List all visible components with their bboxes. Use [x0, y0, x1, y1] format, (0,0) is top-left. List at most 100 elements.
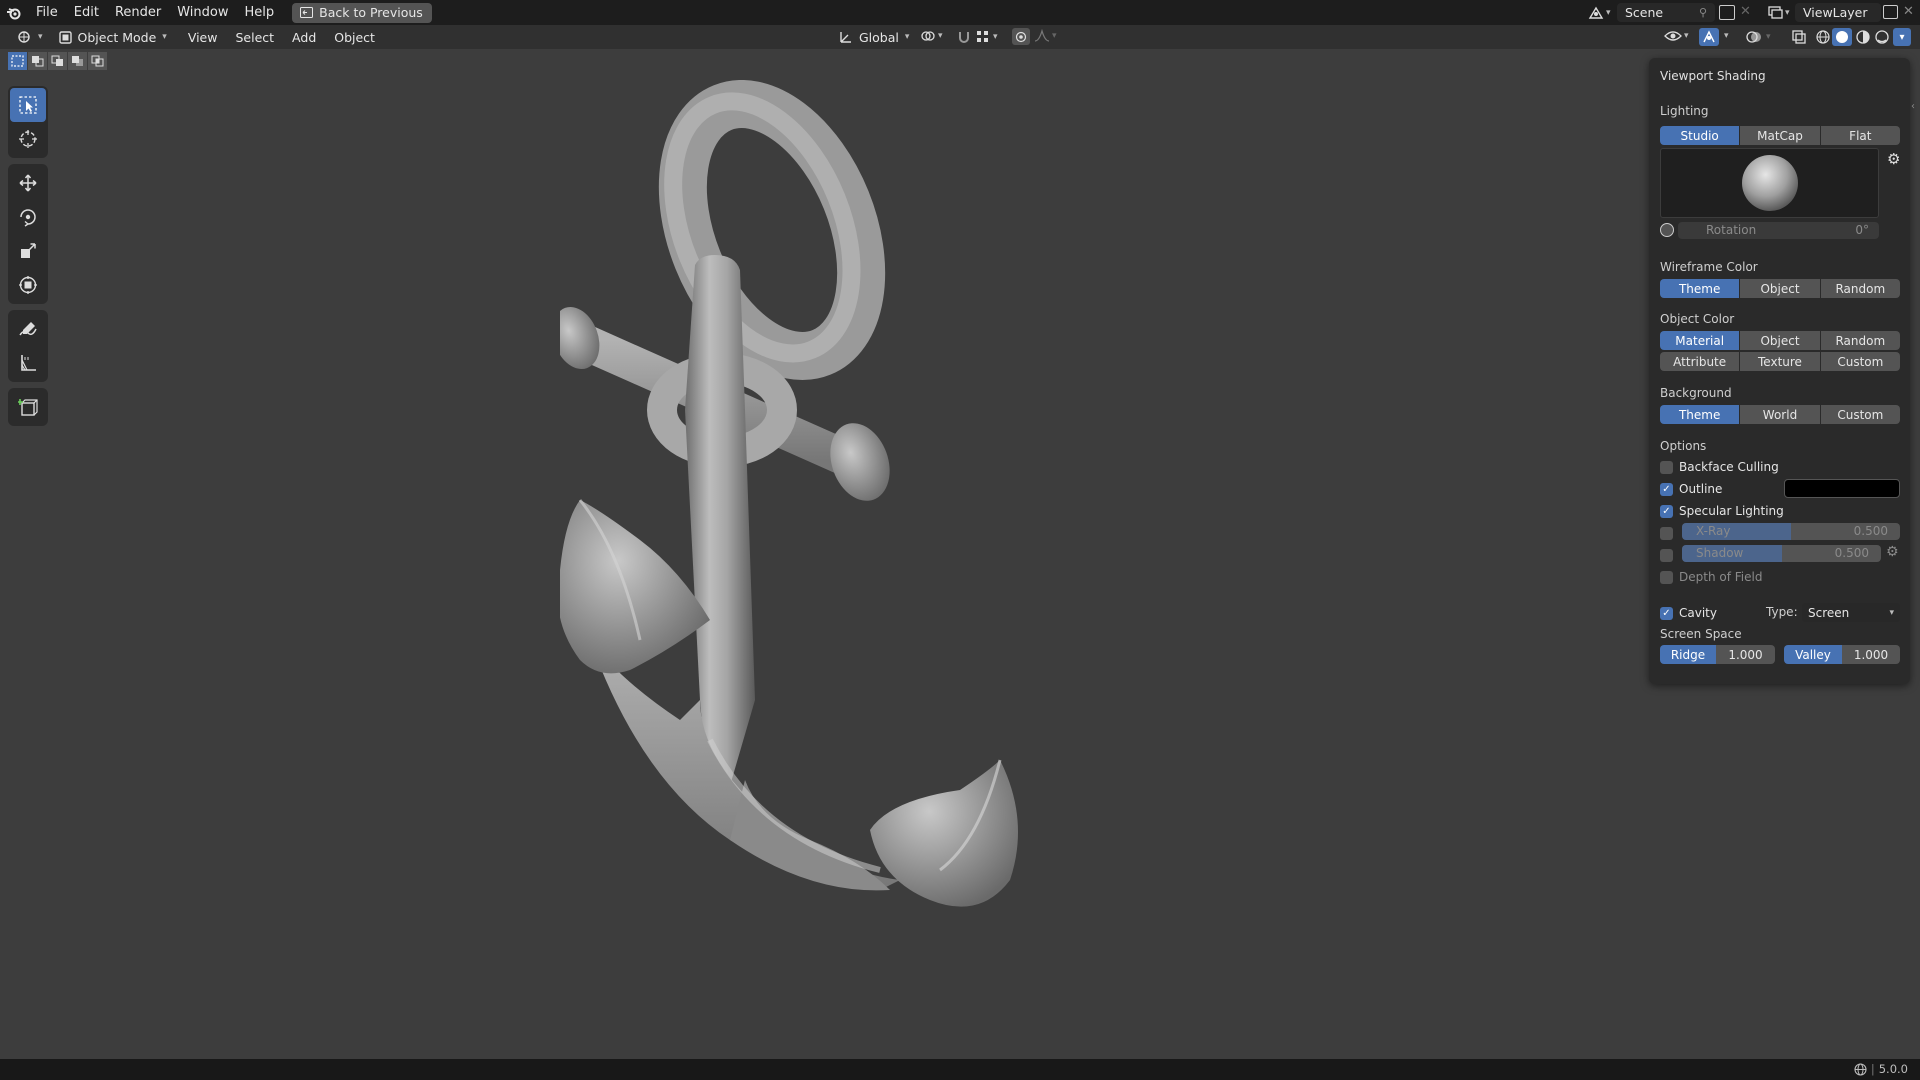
- cavity-type-label: Type:: [1766, 605, 1798, 619]
- object-color-attribute-button[interactable]: Attribute: [1660, 352, 1740, 371]
- lighting-studio-button[interactable]: Studio: [1660, 126, 1740, 145]
- view-layer-field[interactable]: ViewLayer: [1795, 3, 1881, 22]
- menu-edit[interactable]: Edit: [66, 0, 107, 25]
- snap-target-icon[interactable]: ▾: [975, 29, 998, 45]
- xray-checkbox[interactable]: [1660, 526, 1673, 540]
- lighting-matcap-button[interactable]: MatCap: [1740, 126, 1820, 145]
- cavity-type-dropdown[interactable]: Screen ▾: [1802, 603, 1900, 622]
- object-mode-dropdown[interactable]: Object Mode ▾: [53, 27, 173, 47]
- header-menu-add[interactable]: Add: [283, 30, 325, 45]
- select-mode-extend-icon[interactable]: [28, 52, 47, 70]
- shadow-settings-gear-icon[interactable]: ⚙: [1886, 544, 1899, 560]
- specular-lighting-row[interactable]: ✓ Specular Lighting: [1660, 503, 1784, 519]
- menu-help[interactable]: Help: [237, 0, 283, 25]
- cavity-row[interactable]: ✓ Cavity: [1660, 605, 1717, 621]
- backface-culling-label: Backface Culling: [1679, 460, 1779, 474]
- delete-scene-icon[interactable]: ✕: [1740, 4, 1751, 19]
- visibility-selectability-icon[interactable]: ▾: [1664, 29, 1689, 43]
- wireframe-random-button[interactable]: Random: [1820, 279, 1900, 298]
- editor-type-selector[interactable]: ▾: [10, 27, 49, 47]
- backface-culling-checkbox[interactable]: [1660, 460, 1673, 474]
- background-world-button[interactable]: World: [1740, 405, 1820, 424]
- transform-orientation-dropdown[interactable]: Global ▾: [833, 27, 915, 47]
- background-custom-button[interactable]: Custom: [1820, 405, 1900, 424]
- cursor-tool-icon[interactable]: [10, 122, 46, 156]
- select-mode-subtract-icon[interactable]: [48, 52, 67, 70]
- background-theme-button[interactable]: Theme: [1660, 405, 1740, 424]
- studio-light-preview[interactable]: [1660, 148, 1879, 218]
- options-label: Options: [1660, 439, 1707, 453]
- shading-rendered-icon[interactable]: [1874, 29, 1890, 49]
- shadow-intensity-slider[interactable]: Shadow 0.500: [1682, 545, 1881, 562]
- sidebar-expand-arrow-icon[interactable]: ‹: [1911, 101, 1915, 112]
- depth-of-field-checkbox[interactable]: [1660, 570, 1673, 584]
- add-cube-tool-icon[interactable]: [10, 390, 46, 424]
- scene-selector-icon[interactable]: ▾: [1588, 4, 1616, 21]
- header-menu-object[interactable]: Object: [325, 30, 384, 45]
- move-tool-icon[interactable]: [10, 166, 46, 200]
- top-menu-bar: File Edit Render Window Help Back to Pre…: [0, 0, 1920, 25]
- wireframe-color-segmented-control: Theme Object Random: [1660, 279, 1900, 298]
- wireframe-object-button[interactable]: Object: [1740, 279, 1820, 298]
- world-space-lighting-icon[interactable]: [1660, 223, 1674, 237]
- backface-culling-row[interactable]: Backface Culling: [1660, 459, 1779, 475]
- rotation-field[interactable]: Rotation 0°: [1678, 222, 1879, 239]
- xray-toggle-icon[interactable]: [1791, 29, 1807, 49]
- studio-light-preferences-gear-icon[interactable]: ⚙: [1887, 150, 1900, 168]
- ridge-field[interactable]: Ridge 1.000: [1660, 645, 1775, 664]
- outline-row[interactable]: ✓ Outline: [1660, 481, 1722, 497]
- header-menu-select[interactable]: Select: [226, 30, 283, 45]
- valley-label: Valley: [1784, 645, 1842, 664]
- outline-checkbox[interactable]: ✓: [1660, 482, 1673, 496]
- scene-name-field[interactable]: Scene ⚲: [1617, 3, 1715, 22]
- select-mode-set-icon[interactable]: [8, 52, 27, 70]
- anchor-3d-model[interactable]: [560, 80, 1220, 940]
- gizmo-dropdown-icon[interactable]: ▾: [1724, 31, 1729, 41]
- measure-tool-icon[interactable]: [10, 346, 46, 380]
- rotate-tool-icon[interactable]: [10, 200, 46, 234]
- menu-render[interactable]: Render: [107, 0, 169, 25]
- menu-file[interactable]: File: [28, 0, 66, 25]
- wireframe-theme-button[interactable]: Theme: [1660, 279, 1740, 298]
- select-mode-intersect-icon[interactable]: [88, 52, 107, 70]
- select-box-tool-icon[interactable]: [10, 88, 46, 122]
- pin-icon[interactable]: ⚲: [1699, 6, 1707, 19]
- annotate-tool-icon[interactable]: [10, 312, 46, 346]
- scale-tool-icon[interactable]: [10, 234, 46, 268]
- object-color-texture-button[interactable]: Texture: [1740, 352, 1820, 371]
- tool-group-transform: [8, 164, 48, 304]
- proportional-editing-icon[interactable]: [1012, 28, 1030, 45]
- shading-wireframe-icon[interactable]: [1815, 29, 1831, 49]
- outline-color-swatch[interactable]: [1784, 479, 1900, 498]
- shading-options-dropdown-icon[interactable]: ▾: [1893, 28, 1911, 46]
- lighting-flat-button[interactable]: Flat: [1820, 126, 1900, 145]
- shading-solid-icon[interactable]: [1832, 28, 1852, 46]
- pivot-point-icon[interactable]: ▾: [920, 28, 943, 44]
- select-mode-invert-icon[interactable]: [68, 52, 87, 70]
- view-layer-selector-icon[interactable]: ▾: [1768, 4, 1794, 21]
- back-to-previous-button[interactable]: Back to Previous: [292, 2, 432, 23]
- specular-lighting-checkbox[interactable]: ✓: [1660, 504, 1673, 518]
- transform-tool-icon[interactable]: [10, 268, 46, 302]
- cavity-checkbox[interactable]: ✓: [1660, 606, 1673, 620]
- menu-window[interactable]: Window: [169, 0, 236, 25]
- snap-toggle-icon[interactable]: [956, 29, 972, 49]
- depth-of-field-row[interactable]: Depth of Field: [1660, 569, 1762, 585]
- object-color-random-button[interactable]: Random: [1820, 331, 1900, 350]
- gizmo-toggle-icon[interactable]: [1699, 28, 1719, 46]
- blender-logo-icon[interactable]: [0, 0, 28, 25]
- new-scene-icon[interactable]: [1719, 5, 1735, 20]
- header-menu-view[interactable]: View: [179, 30, 227, 45]
- delete-view-layer-icon[interactable]: ✕: [1903, 4, 1914, 19]
- new-view-layer-icon[interactable]: [1883, 5, 1898, 19]
- overlays-toggle-icon[interactable]: ▾: [1745, 29, 1771, 45]
- shadow-checkbox[interactable]: [1660, 548, 1673, 562]
- shading-material-icon[interactable]: [1855, 29, 1871, 49]
- xray-alpha-slider[interactable]: X-Ray 0.500: [1682, 523, 1900, 540]
- object-color-custom-button[interactable]: Custom: [1820, 352, 1900, 371]
- object-color-object-button[interactable]: Object: [1740, 331, 1820, 350]
- object-mode-label: Object Mode: [77, 29, 157, 45]
- valley-field[interactable]: Valley 1.000: [1784, 645, 1900, 664]
- object-color-material-button[interactable]: Material: [1660, 331, 1740, 350]
- proportional-falloff-icon[interactable]: ▾: [1034, 29, 1057, 43]
